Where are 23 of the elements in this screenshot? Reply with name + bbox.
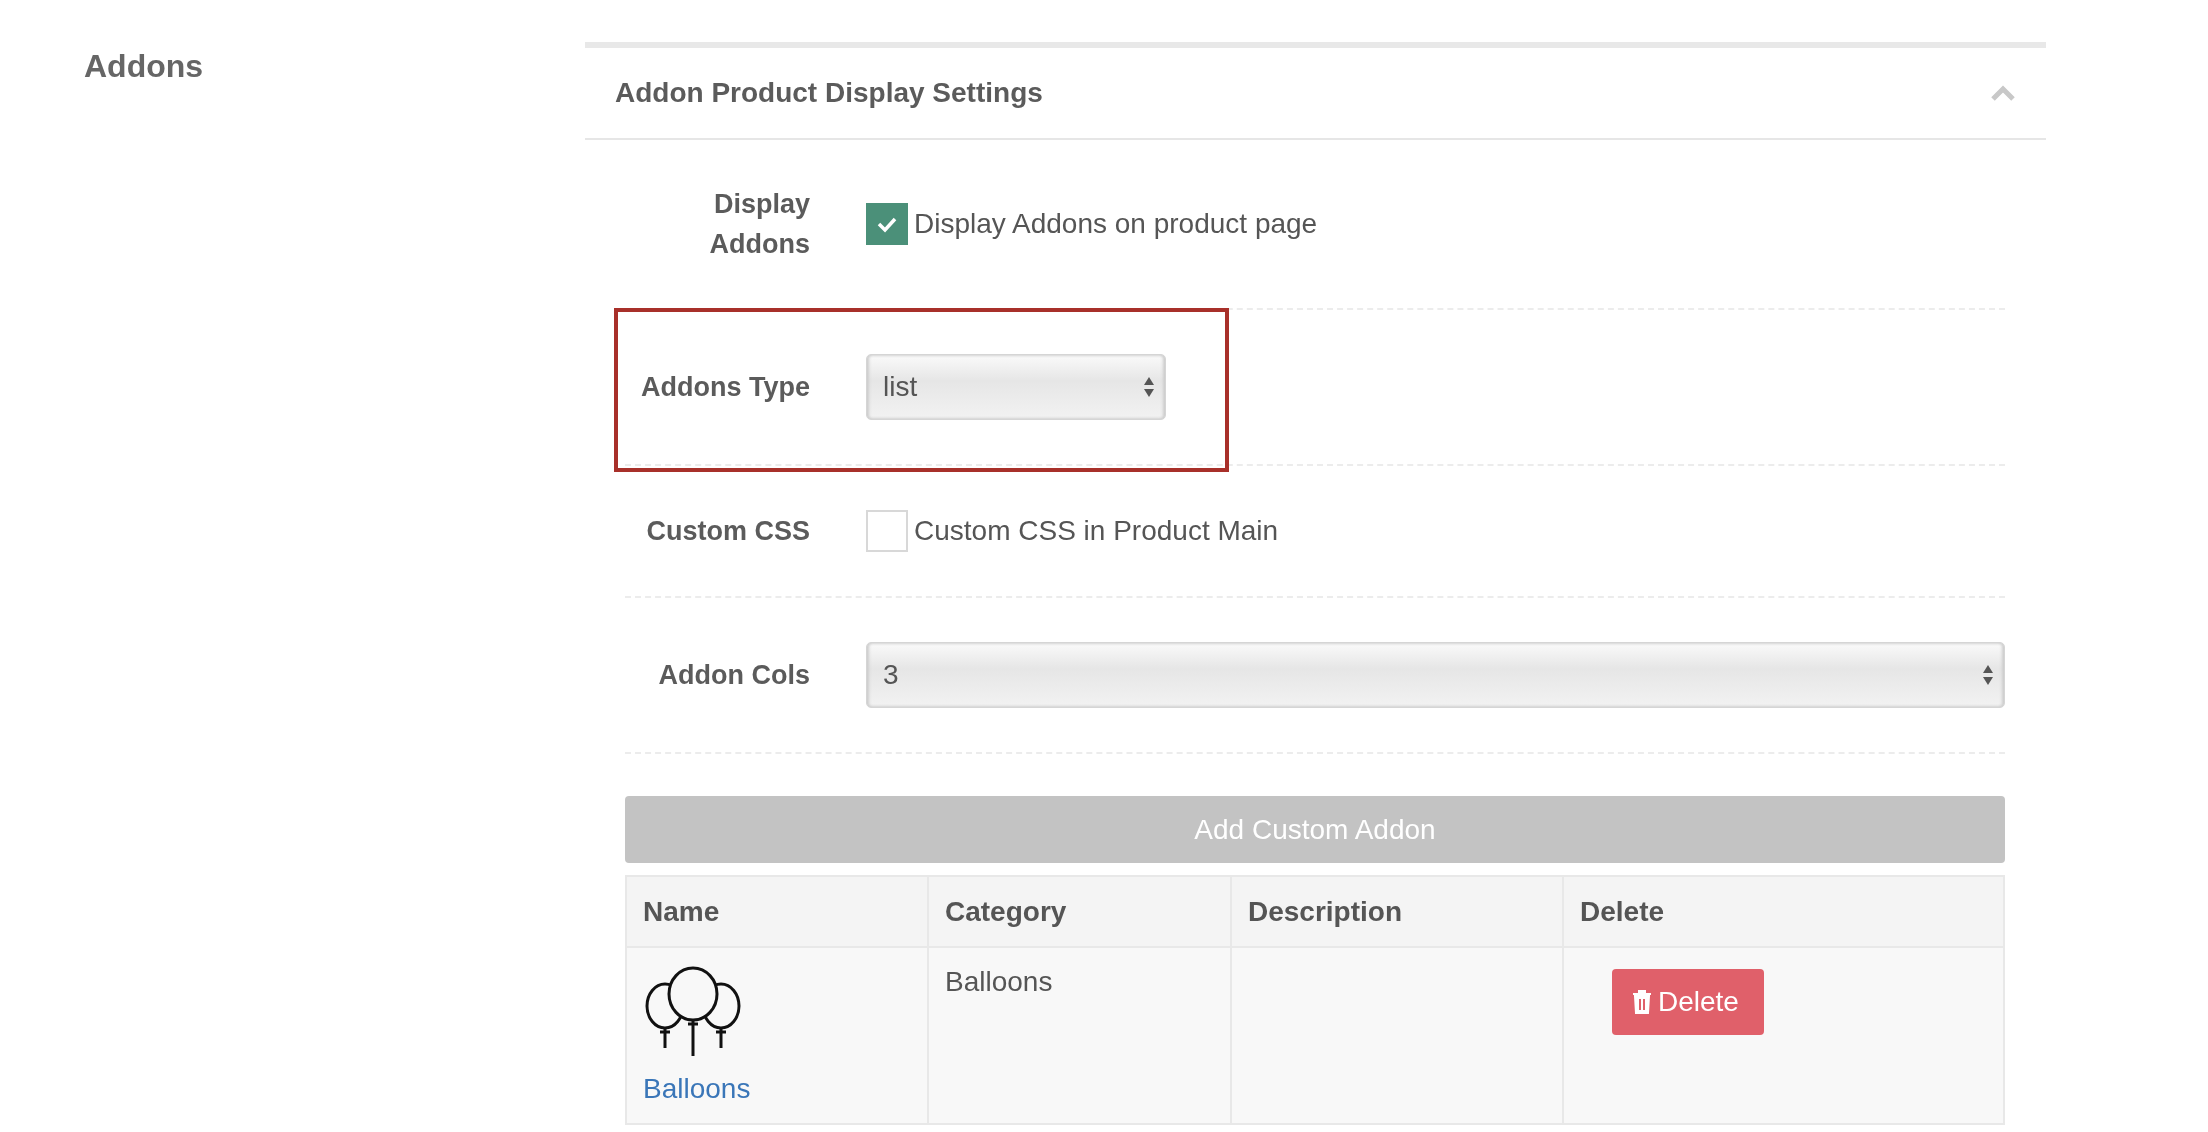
table-cell: Balloons [928, 947, 1231, 1124]
checkbox-label: Display Addons on product page [914, 208, 1318, 240]
field-label: Custom CSS [645, 515, 810, 548]
checkbox-label: Custom CSS in Product Main [914, 515, 1279, 547]
select-arrows-icon [1143, 376, 1155, 398]
select-arrows-icon [1982, 664, 1994, 686]
column-header: Category [928, 876, 1231, 947]
column-header: Description [1231, 876, 1563, 947]
addon-name-link[interactable]: Balloons [643, 1073, 911, 1105]
column-header: Name [626, 876, 928, 947]
chevron-up-icon[interactable] [1990, 85, 2016, 101]
field-label: Display Addons [708, 188, 810, 261]
select-dropdown[interactable]: 3 [866, 642, 2005, 708]
field-label: Addon Cols [657, 659, 810, 692]
column-header: Delete [1563, 876, 2004, 947]
trash-icon [1632, 990, 1652, 1014]
select-dropdown[interactable]: list [866, 354, 1166, 420]
delete-button[interactable]: Delete [1612, 969, 1764, 1035]
panel-title: Addon Product Display Settings [615, 77, 1043, 109]
field-label: Addons Type [640, 371, 810, 404]
balloons-icon [643, 966, 743, 1058]
checkbox[interactable] [866, 203, 908, 245]
section-title: Addons [84, 48, 205, 85]
